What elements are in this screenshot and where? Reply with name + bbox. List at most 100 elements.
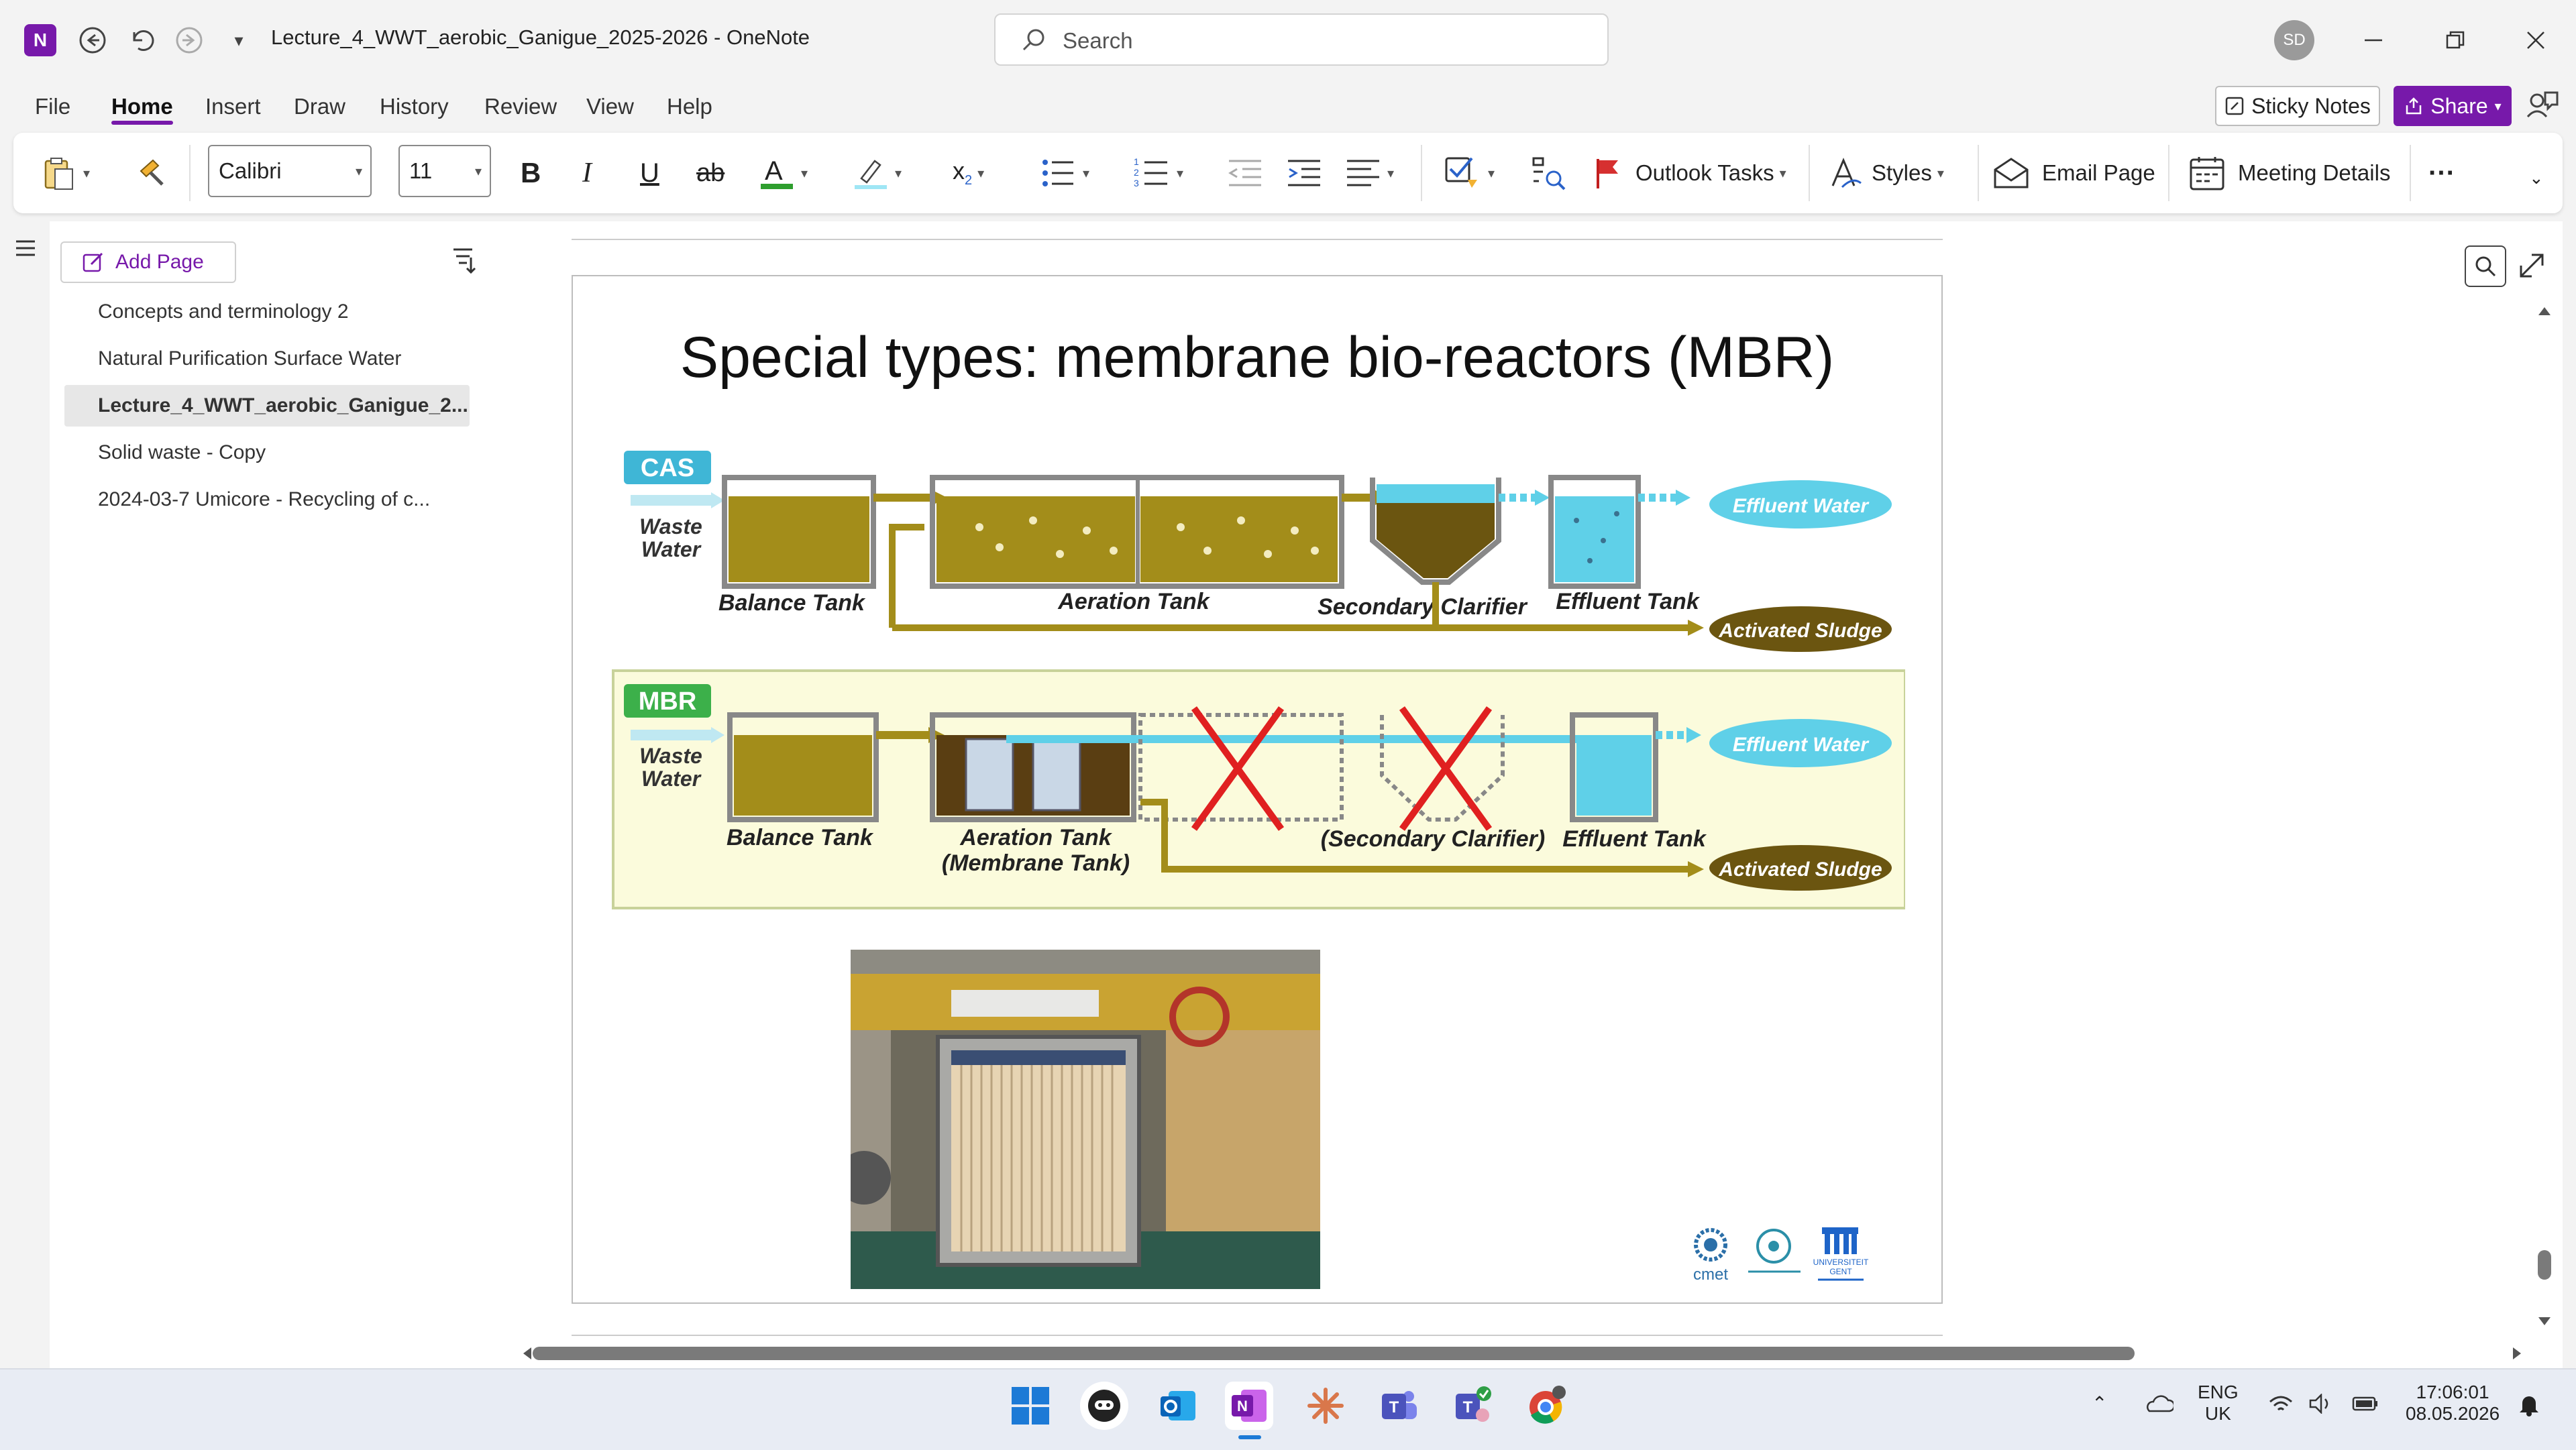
meeting-details-button[interactable]: Meeting Details bbox=[2188, 153, 2390, 193]
find-tags-icon[interactable] bbox=[1529, 153, 1567, 193]
horizontal-scroll-thumb bbox=[533, 1347, 2135, 1360]
vertical-scroll-thumb bbox=[2538, 1250, 2551, 1280]
onenote-logo-icon: N bbox=[24, 24, 56, 56]
menu-file[interactable]: File bbox=[35, 94, 70, 119]
italic-icon[interactable]: I bbox=[582, 153, 592, 193]
menu-history[interactable]: History bbox=[380, 94, 449, 119]
page-item-selected[interactable]: Lecture_4_WWT_aerobic_Ganigue_2... bbox=[64, 385, 470, 427]
hamburger-icon[interactable] bbox=[12, 235, 39, 265]
menu-view[interactable]: View bbox=[586, 94, 634, 119]
redo-icon[interactable] bbox=[169, 20, 209, 60]
mbr-balance-label: Balance Tank bbox=[727, 825, 874, 850]
battery-icon[interactable] bbox=[2351, 1394, 2380, 1418]
claude-icon[interactable] bbox=[1301, 1382, 1350, 1430]
font-color-dropdown-icon[interactable]: ▾ bbox=[801, 165, 808, 182]
avatar[interactable]: SD bbox=[2274, 20, 2314, 60]
outlook-icon[interactable] bbox=[1154, 1382, 1202, 1430]
tag-button[interactable]: ▾ bbox=[1442, 153, 1495, 193]
feedback-icon[interactable] bbox=[2522, 87, 2560, 125]
outlook-tasks-button[interactable]: Outlook Tasks ▾ bbox=[1591, 153, 1786, 193]
highlight-button[interactable]: ▾ bbox=[852, 153, 902, 193]
bullets-button[interactable]: ▾ bbox=[1040, 153, 1089, 193]
chrome-icon[interactable] bbox=[1523, 1382, 1571, 1430]
subscript-button[interactable]: x2 ▾ bbox=[953, 153, 984, 193]
svg-text:T: T bbox=[1389, 1398, 1399, 1416]
minimize-icon[interactable] bbox=[2353, 20, 2394, 60]
font-name-select[interactable]: Calibri ▾ bbox=[208, 145, 372, 197]
cas-effluent-water-text: Effluent Water bbox=[1733, 495, 1870, 517]
show-hidden-icons-icon[interactable]: ⌃ bbox=[2092, 1392, 2107, 1414]
page-item[interactable]: 2024-03-7 Umicore - Recycling of c... bbox=[64, 479, 470, 520]
active-tab-indicator bbox=[111, 121, 173, 125]
svg-text:T: T bbox=[1463, 1398, 1473, 1416]
menu-review[interactable]: Review bbox=[484, 94, 557, 119]
notifications-bell-icon[interactable] bbox=[2517, 1392, 2541, 1421]
calendar-icon bbox=[2190, 157, 2224, 190]
paste-dropdown-icon[interactable]: ▾ bbox=[83, 165, 90, 182]
sort-pages-icon[interactable] bbox=[448, 245, 478, 278]
back-icon[interactable] bbox=[72, 20, 113, 60]
page-item[interactable]: Solid waste - Copy bbox=[64, 432, 470, 473]
more-options-icon[interactable]: ··· bbox=[2428, 153, 2455, 193]
assistant-app-icon[interactable] bbox=[1080, 1382, 1128, 1430]
menu-help[interactable]: Help bbox=[667, 94, 712, 119]
search-placeholder: Search bbox=[1063, 28, 1133, 53]
cas-badge-text: CAS bbox=[641, 454, 694, 482]
font-color-button[interactable]: A ▾ bbox=[758, 153, 808, 193]
format-painter-icon bbox=[140, 159, 164, 186]
styles-button[interactable]: Styles ▾ bbox=[1829, 153, 1944, 193]
quick-access-dropdown-icon[interactable]: ▾ bbox=[219, 20, 259, 60]
menu-insert[interactable]: Insert bbox=[205, 94, 261, 119]
bullets-dropdown-icon[interactable]: ▾ bbox=[1083, 165, 1089, 182]
email-page-button[interactable]: Email Page bbox=[1992, 153, 2155, 193]
language-indicator[interactable]: ENG UK bbox=[2198, 1382, 2239, 1425]
close-icon[interactable] bbox=[2516, 20, 2556, 60]
underline-icon[interactable]: U bbox=[640, 153, 659, 193]
share-dropdown-icon[interactable]: ▾ bbox=[2495, 98, 2502, 115]
ribbon-collapse-icon[interactable]: ⌄ bbox=[2529, 168, 2544, 188]
clock[interactable]: 17:06:01 08.05.2026 bbox=[2406, 1382, 2500, 1425]
ribbon-separator bbox=[1421, 145, 1422, 201]
subscript-dropdown-icon[interactable]: ▾ bbox=[977, 165, 984, 182]
horizontal-scrollbar[interactable] bbox=[510, 1341, 2529, 1365]
start-icon[interactable] bbox=[1006, 1382, 1055, 1430]
wifi-icon[interactable] bbox=[2267, 1394, 2294, 1418]
search-box[interactable]: Search bbox=[994, 13, 1609, 66]
font-size-select[interactable]: 11 ▾ bbox=[398, 145, 491, 197]
styles-label: Styles bbox=[1872, 160, 1932, 185]
align-button[interactable]: ▾ bbox=[1344, 153, 1394, 193]
page-item[interactable]: Natural Purification Surface Water bbox=[64, 338, 470, 380]
strikethrough-icon[interactable]: ab bbox=[696, 153, 724, 193]
vertical-scrollbar[interactable] bbox=[2534, 295, 2555, 1341]
scroll-left-icon bbox=[523, 1347, 531, 1359]
decrease-indent-icon[interactable] bbox=[1226, 153, 1264, 193]
add-page-button[interactable]: Add Page bbox=[60, 241, 236, 283]
menu-draw[interactable]: Draw bbox=[294, 94, 345, 119]
align-dropdown-icon[interactable]: ▾ bbox=[1387, 165, 1394, 182]
ribbon-separator bbox=[189, 145, 191, 201]
onedrive-icon[interactable] bbox=[2144, 1394, 2176, 1418]
format-painter-button[interactable] bbox=[136, 153, 169, 193]
tag-dropdown-icon[interactable]: ▾ bbox=[1488, 165, 1495, 182]
onenote-taskbar-icon[interactable]: N bbox=[1225, 1382, 1273, 1430]
teams-work-icon[interactable]: T bbox=[1449, 1382, 1497, 1430]
undo-icon[interactable] bbox=[121, 20, 161, 60]
share-button[interactable]: Share ▾ bbox=[2394, 86, 2512, 126]
expand-icon[interactable] bbox=[2517, 251, 2546, 284]
highlight-dropdown-icon[interactable]: ▾ bbox=[895, 165, 902, 182]
restore-icon[interactable] bbox=[2435, 20, 2475, 60]
zoom-search-icon[interactable] bbox=[2465, 245, 2506, 287]
numbering-button[interactable]: 123 ▾ bbox=[1134, 153, 1183, 193]
outlook-tasks-dropdown-icon: ▾ bbox=[1779, 166, 1786, 181]
membrane-module-photo bbox=[851, 950, 1320, 1289]
paste-button[interactable]: ▾ bbox=[40, 153, 90, 193]
sticky-notes-button[interactable]: Sticky Notes bbox=[2215, 86, 2380, 126]
cas-waste-label-2: Water bbox=[641, 537, 702, 561]
page-item[interactable]: Concepts and terminology 2 bbox=[64, 291, 470, 333]
bold-icon[interactable]: B bbox=[521, 153, 541, 193]
numbering-dropdown-icon[interactable]: ▾ bbox=[1177, 165, 1183, 182]
volume-icon[interactable] bbox=[2308, 1392, 2334, 1418]
increase-indent-icon[interactable] bbox=[1285, 153, 1323, 193]
menu-home[interactable]: Home bbox=[111, 94, 173, 119]
teams-icon[interactable]: T bbox=[1375, 1382, 1424, 1430]
